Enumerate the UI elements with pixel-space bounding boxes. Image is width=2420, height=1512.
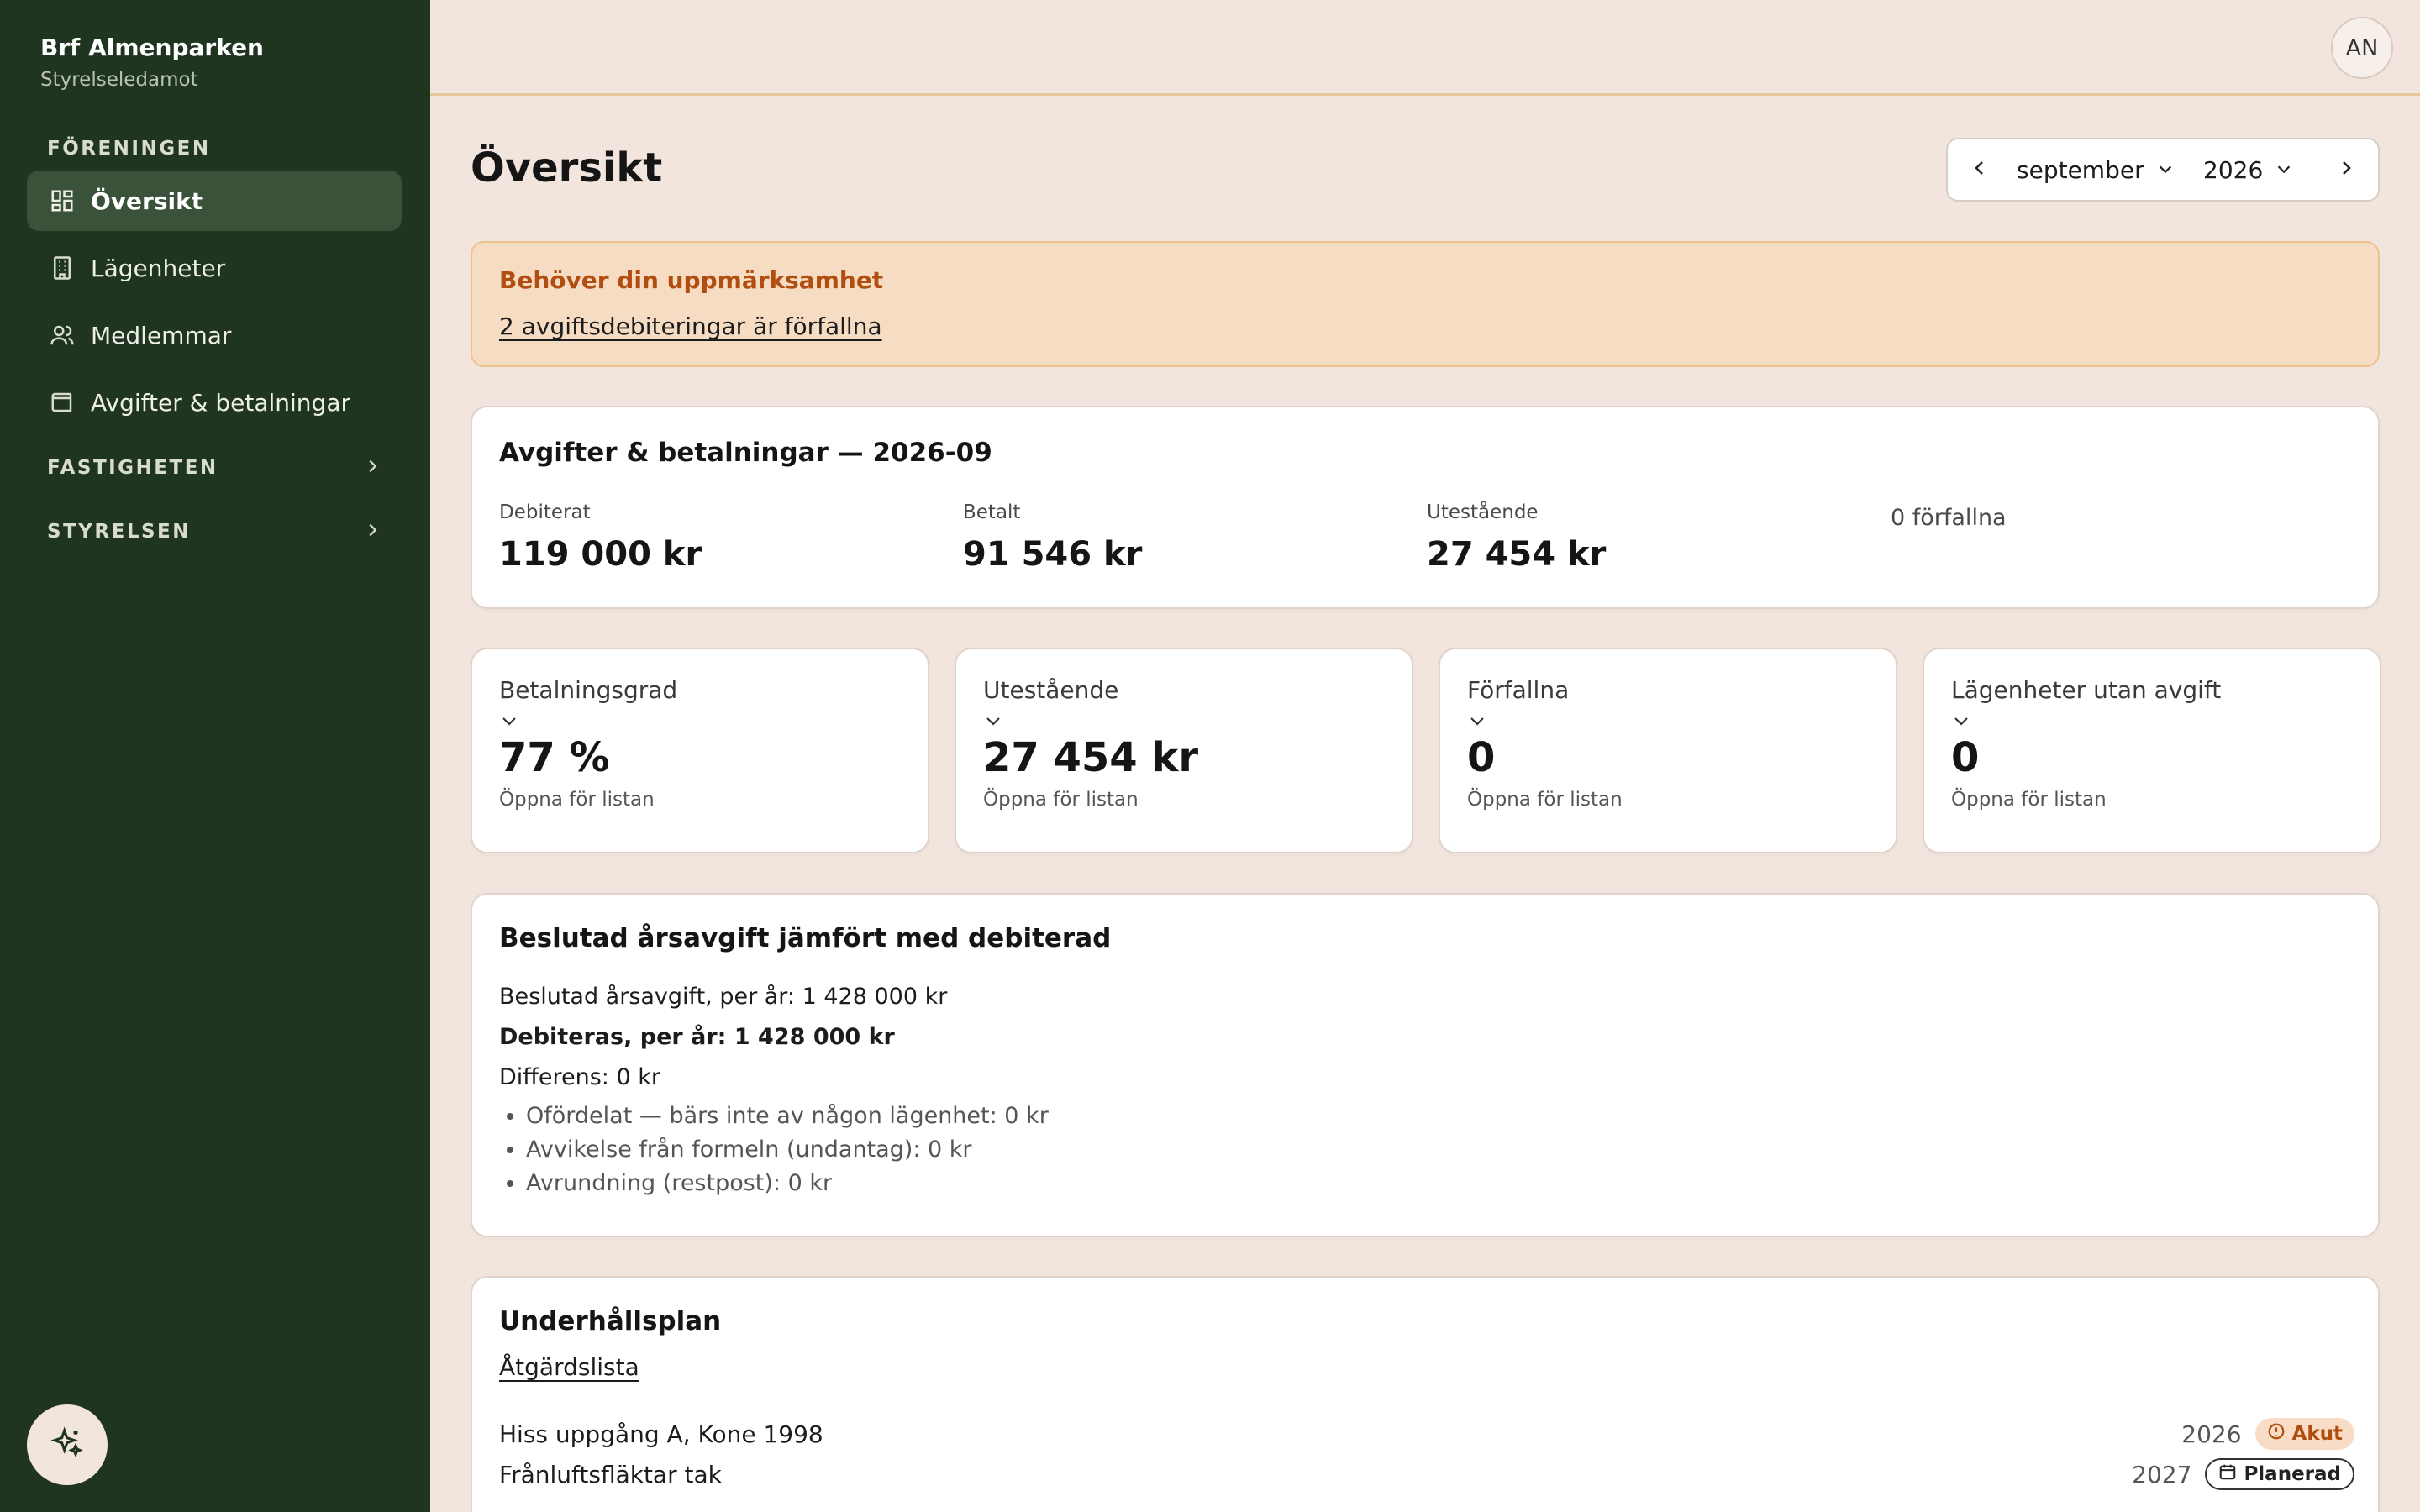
status-badge-label: Planerad bbox=[2244, 1463, 2341, 1485]
sidebar-item-label: Översikt bbox=[91, 186, 203, 215]
kpi-hint: Öppna för listan bbox=[1951, 788, 2107, 811]
table-row[interactable]: Hiss uppgång A, Kone 1998 2026 Akut bbox=[499, 1415, 2354, 1452]
calendar-icon bbox=[2218, 1462, 2244, 1486]
sidebar-item-label: Lägenheter bbox=[91, 254, 226, 282]
chevron-left-icon bbox=[1970, 158, 1990, 181]
sidebar-item-label: Avgifter & betalningar bbox=[91, 388, 350, 417]
maintenance-title: Underhållsplan bbox=[499, 1306, 722, 1336]
kpi-hint: Öppna för listan bbox=[499, 788, 655, 811]
debited-label: Debiterat bbox=[499, 501, 591, 523]
debited-stat: Debiterat 119 000 kr bbox=[499, 501, 963, 574]
year-value: 2026 bbox=[2203, 155, 2264, 184]
org-name: Brf Almenparken bbox=[40, 34, 264, 61]
attention-alert: Behöver din uppmärksamhet 2 avgiftsdebit… bbox=[471, 241, 2380, 367]
kpi-hint: Öppna för listan bbox=[1467, 788, 1623, 811]
topbar: AN bbox=[430, 0, 2420, 96]
overdue-stat: 0 förfallna bbox=[1891, 501, 2354, 574]
kpi-card-payment-rate[interactable]: Betalningsgrad 77 % Öppna för listan bbox=[471, 648, 929, 853]
list-item: Avvikelse från formeln (undantag): 0 kr bbox=[526, 1133, 2351, 1167]
section-foreningen: FÖRENINGEN bbox=[47, 138, 211, 160]
maintenance-item-year: 2027 bbox=[2132, 1460, 2192, 1488]
month-select[interactable]: september bbox=[2017, 155, 2171, 184]
sidebar: Brf Almenparken Styrelseledamot FÖRENING… bbox=[0, 0, 430, 1512]
kpi-card-overdue[interactable]: Förfallna 0 Öppna för listan bbox=[1439, 648, 1897, 853]
section-styrelsen-label: STYRELSEN bbox=[47, 521, 192, 543]
sidebar-item-lagenheter[interactable]: Lägenheter bbox=[27, 238, 402, 298]
month-value: september bbox=[2017, 155, 2144, 184]
kpi-card-outstanding[interactable]: Utestående 27 454 kr Öppna för listan bbox=[955, 648, 1413, 853]
chevron-down-icon bbox=[1467, 711, 1869, 732]
overdue-note: 0 förfallna bbox=[1891, 505, 2007, 531]
alert-circle-icon bbox=[2267, 1422, 2292, 1446]
outstanding-stat: Utestående 27 454 kr bbox=[1427, 501, 1891, 574]
fee-breakdown-list: Ofördelat — bärs inte av någon lägenhet:… bbox=[499, 1100, 2351, 1200]
alert-title: Behöver din uppmärksamhet bbox=[499, 266, 884, 294]
paid-value: 91 546 kr bbox=[963, 535, 1143, 574]
overdue-charges-link[interactable]: 2 avgiftsdebiteringar är förfallna bbox=[499, 312, 882, 340]
list-item: Ofördelat — bärs inte av någon lägenhet:… bbox=[526, 1100, 2351, 1133]
period-selector: september 2026 bbox=[1946, 138, 2380, 202]
sidebar-item-avgifter[interactable]: Avgifter & betalningar bbox=[27, 372, 402, 433]
sparkle-icon bbox=[50, 1426, 84, 1463]
section-fastigheten-toggle[interactable]: FASTIGHETEN bbox=[27, 443, 402, 493]
kpi-value: 77 % bbox=[499, 734, 610, 781]
maintenance-item-name: Frånluftsfläktar tak bbox=[499, 1460, 722, 1488]
status-badge: Akut bbox=[2254, 1418, 2354, 1450]
chevron-right-icon bbox=[2336, 158, 2356, 181]
outstanding-value: 27 454 kr bbox=[1427, 535, 1607, 574]
kpi-label: Lägenheter utan avgift bbox=[1951, 676, 2222, 704]
maintenance-item-name: Hiss uppgång A, Kone 1998 bbox=[499, 1420, 823, 1448]
fees-summary-card: Avgifter & betalningar — 2026-09 Debiter… bbox=[471, 406, 2380, 609]
chevron-right-icon bbox=[363, 457, 381, 479]
list-item: Avrundning (restpost): 0 kr bbox=[526, 1167, 2351, 1200]
kpi-hint: Öppna för listan bbox=[983, 788, 1139, 811]
maintenance-item-year: 2026 bbox=[2181, 1420, 2242, 1448]
chevron-down-icon bbox=[2263, 156, 2293, 184]
kpi-label: Betalningsgrad bbox=[499, 676, 678, 704]
org-role: Styrelseledamot bbox=[40, 69, 198, 91]
paid-stat: Betalt 91 546 kr bbox=[963, 501, 1427, 574]
chevron-down-icon bbox=[1951, 711, 2353, 732]
avatar[interactable]: AN bbox=[2331, 17, 2393, 79]
debited-fee-line: Debiteras, per år: 1 428 000 kr bbox=[499, 1024, 895, 1050]
kpi-value: 27 454 kr bbox=[983, 734, 1199, 781]
summary-title: Avgifter & betalningar — 2026-09 bbox=[499, 438, 992, 468]
paid-label: Betalt bbox=[963, 501, 1021, 523]
section-styrelsen-toggle[interactable]: STYRELSEN bbox=[27, 507, 402, 557]
kpi-value: 0 bbox=[1467, 734, 1496, 781]
fee-compare-title: Beslutad årsavgift jämfört med debiterad bbox=[499, 923, 1112, 953]
annual-fee-comparison-card: Beslutad årsavgift jämfört med debiterad… bbox=[471, 893, 2380, 1237]
maintenance-plan-card: Underhållsplan Åtgärdslista Hiss uppgång… bbox=[471, 1276, 2380, 1512]
wallet-icon bbox=[47, 387, 77, 417]
chevron-down-icon bbox=[983, 711, 1385, 732]
kpi-label: Förfallna bbox=[1467, 676, 1570, 704]
debited-value: 119 000 kr bbox=[499, 535, 702, 574]
users-icon bbox=[47, 320, 77, 350]
dashboard-icon bbox=[47, 186, 77, 216]
building-icon bbox=[47, 253, 77, 283]
action-list-link[interactable]: Åtgärdslista bbox=[499, 1353, 639, 1381]
difference-line: Differens: 0 kr bbox=[499, 1064, 660, 1090]
year-select[interactable]: 2026 bbox=[2203, 156, 2304, 184]
sidebar-item-oversikt[interactable]: Översikt bbox=[27, 171, 402, 231]
decided-fee-line: Beslutad årsavgift, per år: 1 428 000 kr bbox=[499, 984, 948, 1010]
status-badge-label: Akut bbox=[2291, 1423, 2343, 1445]
kpi-card-apartments-without-fee[interactable]: Lägenheter utan avgift 0 Öppna för lista… bbox=[1923, 648, 2381, 853]
kpi-label: Utestående bbox=[983, 676, 1119, 704]
table-row[interactable]: Frånluftsfläktar tak 2027 Planerad bbox=[499, 1456, 2354, 1493]
page-title: Översikt bbox=[471, 144, 663, 192]
outstanding-label: Utestående bbox=[1427, 501, 1539, 523]
sidebar-item-label: Medlemmar bbox=[91, 321, 232, 349]
assistant-button[interactable] bbox=[27, 1404, 108, 1485]
sidebar-item-medlemmar[interactable]: Medlemmar bbox=[27, 305, 402, 365]
section-fastigheten-label: FASTIGHETEN bbox=[47, 457, 218, 479]
next-month-button[interactable] bbox=[2314, 139, 2378, 200]
previous-month-button[interactable] bbox=[1948, 139, 2012, 200]
chevron-down-icon bbox=[2144, 156, 2175, 184]
kpi-value: 0 bbox=[1951, 734, 1980, 781]
chevron-down-icon bbox=[499, 711, 901, 732]
status-badge: Planerad bbox=[2205, 1458, 2354, 1490]
chevron-right-icon bbox=[363, 521, 381, 543]
